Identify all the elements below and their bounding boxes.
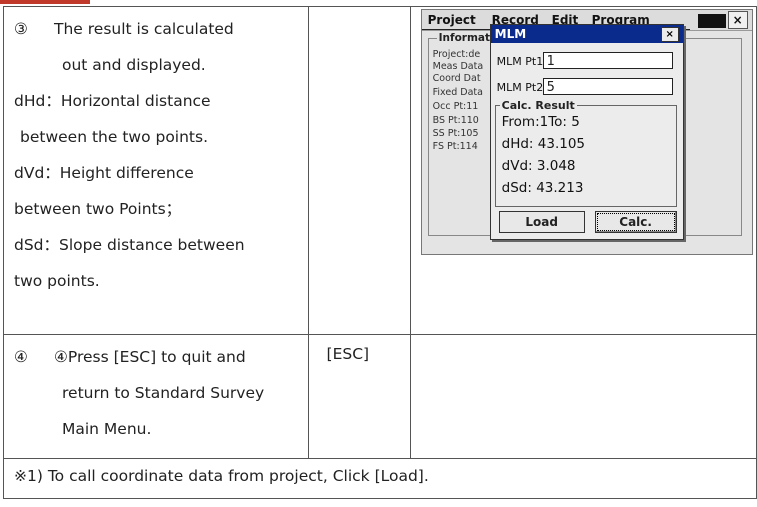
result-dvd: dVd: 3.048	[501, 158, 576, 174]
device-screen: Project Record Edit Program × Informat P…	[420, 9, 753, 255]
step-4-line-3: Main Menu.	[62, 420, 152, 438]
step-4-key: [ESC]	[307, 334, 411, 459]
menu-project[interactable]: Project	[428, 13, 476, 27]
step-3-line-4: between the two points.	[20, 128, 209, 146]
calc-result-group: Calc. Result From:1To: 5 dHd: 43.105 dVd…	[494, 99, 677, 207]
step-3-line-1: The result is calculated	[54, 20, 234, 38]
step-3-row: ③ The result is calculated out and displa…	[3, 6, 757, 335]
info-project: Project:de	[432, 49, 481, 60]
step-3-line-3: dHd：Horizontal distance	[14, 92, 211, 110]
load-button[interactable]: Load	[498, 211, 585, 233]
step-3-line-5: dVd：Height difference	[14, 164, 194, 182]
dialog-close-button[interactable]: ×	[660, 27, 679, 42]
mlm-dialog: MLM × MLM Pt1 1 MLM Pt2 5 Calc. Result F…	[489, 24, 684, 240]
battery-icon	[697, 14, 726, 28]
info-bs-pt: BS Pt:110	[432, 115, 479, 126]
step-3-line-8: two points.	[14, 272, 100, 290]
dialog-title: MLM	[494, 27, 527, 41]
step-4-line-1: ④Press [ESC] to quit and	[54, 348, 246, 366]
result-dhd: dHd: 43.105	[501, 136, 586, 152]
result-from-to: From:1To: 5	[501, 114, 580, 130]
dialog-titlebar: MLM ×	[490, 25, 683, 43]
document-page: ③ The result is calculated out and displa…	[0, 0, 757, 507]
header-strip	[0, 0, 90, 4]
info-ss-pt: SS Pt:105	[432, 128, 479, 139]
step-3-line-6: between two Points；	[14, 200, 182, 218]
pt1-input[interactable]: 1	[542, 52, 673, 69]
pt2-label: MLM Pt2	[496, 81, 544, 94]
calc-button[interactable]: Calc.	[594, 211, 677, 233]
info-occ-pt: Occ Pt:11	[432, 101, 479, 112]
info-fixed-data: Fixed Data	[432, 87, 483, 98]
step-3-line-2: out and displayed.	[62, 56, 206, 74]
note-row: ※1) To call coordinate data from project…	[3, 458, 757, 499]
step-3-key-cell	[307, 6, 411, 335]
info-meas-data: Meas Data	[432, 61, 484, 72]
step-4-number: ④	[14, 348, 28, 366]
step-4-description: ④ ④Press [ESC] to quit and return to Stan…	[3, 334, 309, 459]
result-dsd: dSd: 43.213	[501, 180, 584, 196]
step-3-screen-cell: Project Record Edit Program × Informat P…	[409, 6, 757, 335]
step-3-line-7: dSd：Slope distance between	[14, 236, 245, 254]
step-3-number: ③	[14, 20, 28, 38]
information-title: Informat	[436, 32, 493, 44]
footnote: ※1) To call coordinate data from project…	[3, 458, 757, 499]
pt1-label: MLM Pt1	[496, 55, 544, 68]
info-fs-pt: FS Pt:114	[432, 141, 478, 152]
info-coord-data: Coord Dat	[432, 73, 481, 84]
calc-result-title: Calc. Result	[499, 99, 577, 112]
pt2-input[interactable]: 5	[542, 78, 673, 95]
step-4-line-2: return to Standard Survey	[62, 384, 265, 402]
procedure-table: ③ The result is calculated out and displa…	[3, 6, 757, 499]
step-4-screen-cell	[409, 334, 757, 459]
step-3-description: ③ The result is calculated out and displa…	[3, 6, 309, 335]
step-4-row: ④ ④Press [ESC] to quit and return to Stan…	[3, 334, 757, 459]
window-close-button[interactable]: ×	[727, 11, 748, 29]
